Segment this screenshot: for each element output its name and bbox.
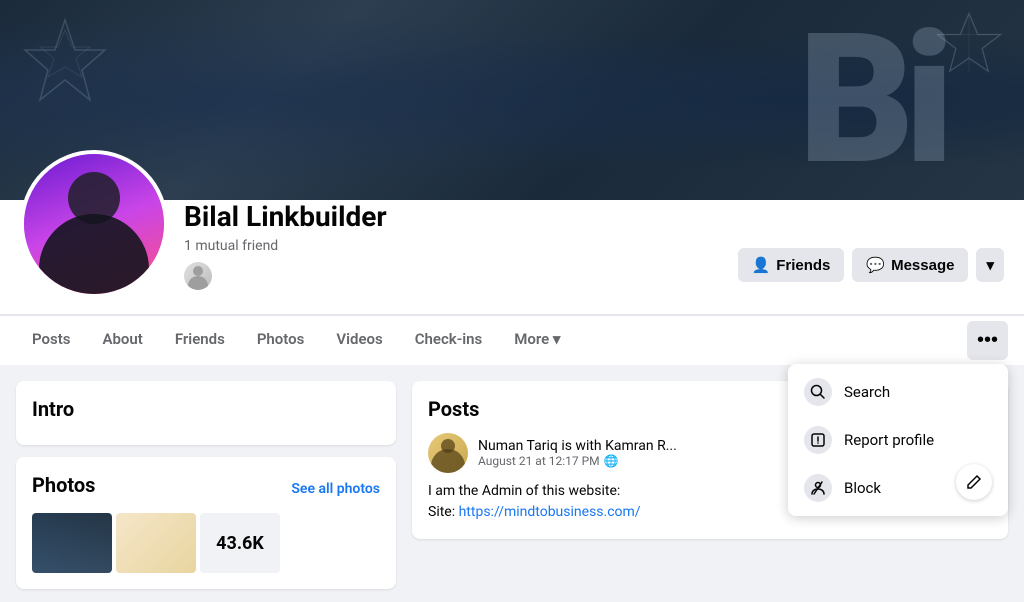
ellipsis-icon: •••: [977, 329, 998, 352]
photos-header: Photos See all photos: [32, 473, 380, 505]
mutual-friends-text: 1 mutual friend: [184, 238, 738, 254]
more-actions-button[interactable]: ▾: [976, 248, 1004, 282]
dropdown-block-label: Block: [844, 479, 881, 497]
report-icon: [804, 426, 832, 454]
post-author-avatar: [428, 433, 468, 473]
edit-button[interactable]: [956, 464, 992, 500]
photos-card: Photos See all photos 43.6K: [16, 457, 396, 589]
with-text: is with: [561, 438, 605, 454]
tab-about[interactable]: About: [86, 316, 158, 365]
left-column: Intro Photos See all photos 43.6K: [16, 381, 396, 602]
photos-grid: 43.6K: [32, 513, 380, 573]
message-label: Message: [891, 257, 954, 274]
see-all-photos-link[interactable]: See all photos: [291, 481, 380, 497]
globe-icon: 🌐: [604, 454, 619, 468]
nav-tabs: Posts About Friends Photos Videos Check-…: [0, 315, 1024, 365]
cover-decoration-left: [20, 15, 110, 105]
profile-actions: 👤 Friends 💬 Message ▾: [738, 248, 1004, 298]
friends-icon: 👤: [752, 256, 771, 274]
block-icon: [804, 474, 832, 502]
tab-posts[interactable]: Posts: [16, 316, 86, 365]
tab-more[interactable]: More ▾: [498, 316, 576, 365]
search-icon: [804, 378, 832, 406]
message-button[interactable]: 💬 Message: [852, 248, 968, 282]
tab-friends[interactable]: Friends: [159, 316, 241, 365]
profile-name: Bilal Linkbuilder: [184, 200, 738, 234]
tab-videos[interactable]: Videos: [320, 316, 398, 365]
photos-title: Photos: [32, 473, 95, 497]
profile-info-row: Bilal Linkbuilder 1 mutual friend 👤 Frie…: [20, 200, 1004, 314]
dropdown-report[interactable]: Report profile: [788, 416, 1008, 464]
nav-more-button[interactable]: •••: [967, 321, 1008, 360]
tab-checkins[interactable]: Check-ins: [399, 316, 498, 365]
friends-label: Friends: [776, 257, 830, 274]
intro-title: Intro: [32, 397, 380, 421]
tab-photos[interactable]: Photos: [241, 316, 321, 365]
photo-thumb-1[interactable]: [32, 513, 112, 573]
profile-text: Bilal Linkbuilder 1 mutual friend: [184, 200, 738, 298]
cover-text: Bi: [798, 10, 944, 190]
avatar: [20, 150, 168, 298]
photo-count[interactable]: 43.6K: [200, 513, 280, 573]
dropdown-menu: Search Report profile Block: [788, 364, 1008, 516]
messenger-icon: 💬: [866, 256, 885, 274]
mutual-friend-avatar: [184, 262, 212, 290]
edit-icon: [966, 474, 982, 490]
profile-section: Bilal Linkbuilder 1 mutual friend 👤 Frie…: [0, 200, 1024, 315]
friends-button[interactable]: 👤 Friends: [738, 248, 845, 282]
avatar-wrapper: [20, 150, 168, 298]
dropdown-report-label: Report profile: [844, 431, 934, 449]
cover-decoration-right: [934, 10, 1004, 80]
dropdown-search-label: Search: [844, 383, 890, 401]
intro-card: Intro: [16, 381, 396, 445]
photo-thumb-2[interactable]: [116, 513, 196, 573]
tagged-person: Kamran R...: [605, 438, 677, 454]
chevron-down-icon: ▾: [986, 256, 994, 274]
dropdown-search[interactable]: Search: [788, 368, 1008, 416]
post-link[interactable]: https://mindtobusiness.com/: [459, 504, 641, 520]
avatar-person-silhouette: [24, 154, 164, 294]
